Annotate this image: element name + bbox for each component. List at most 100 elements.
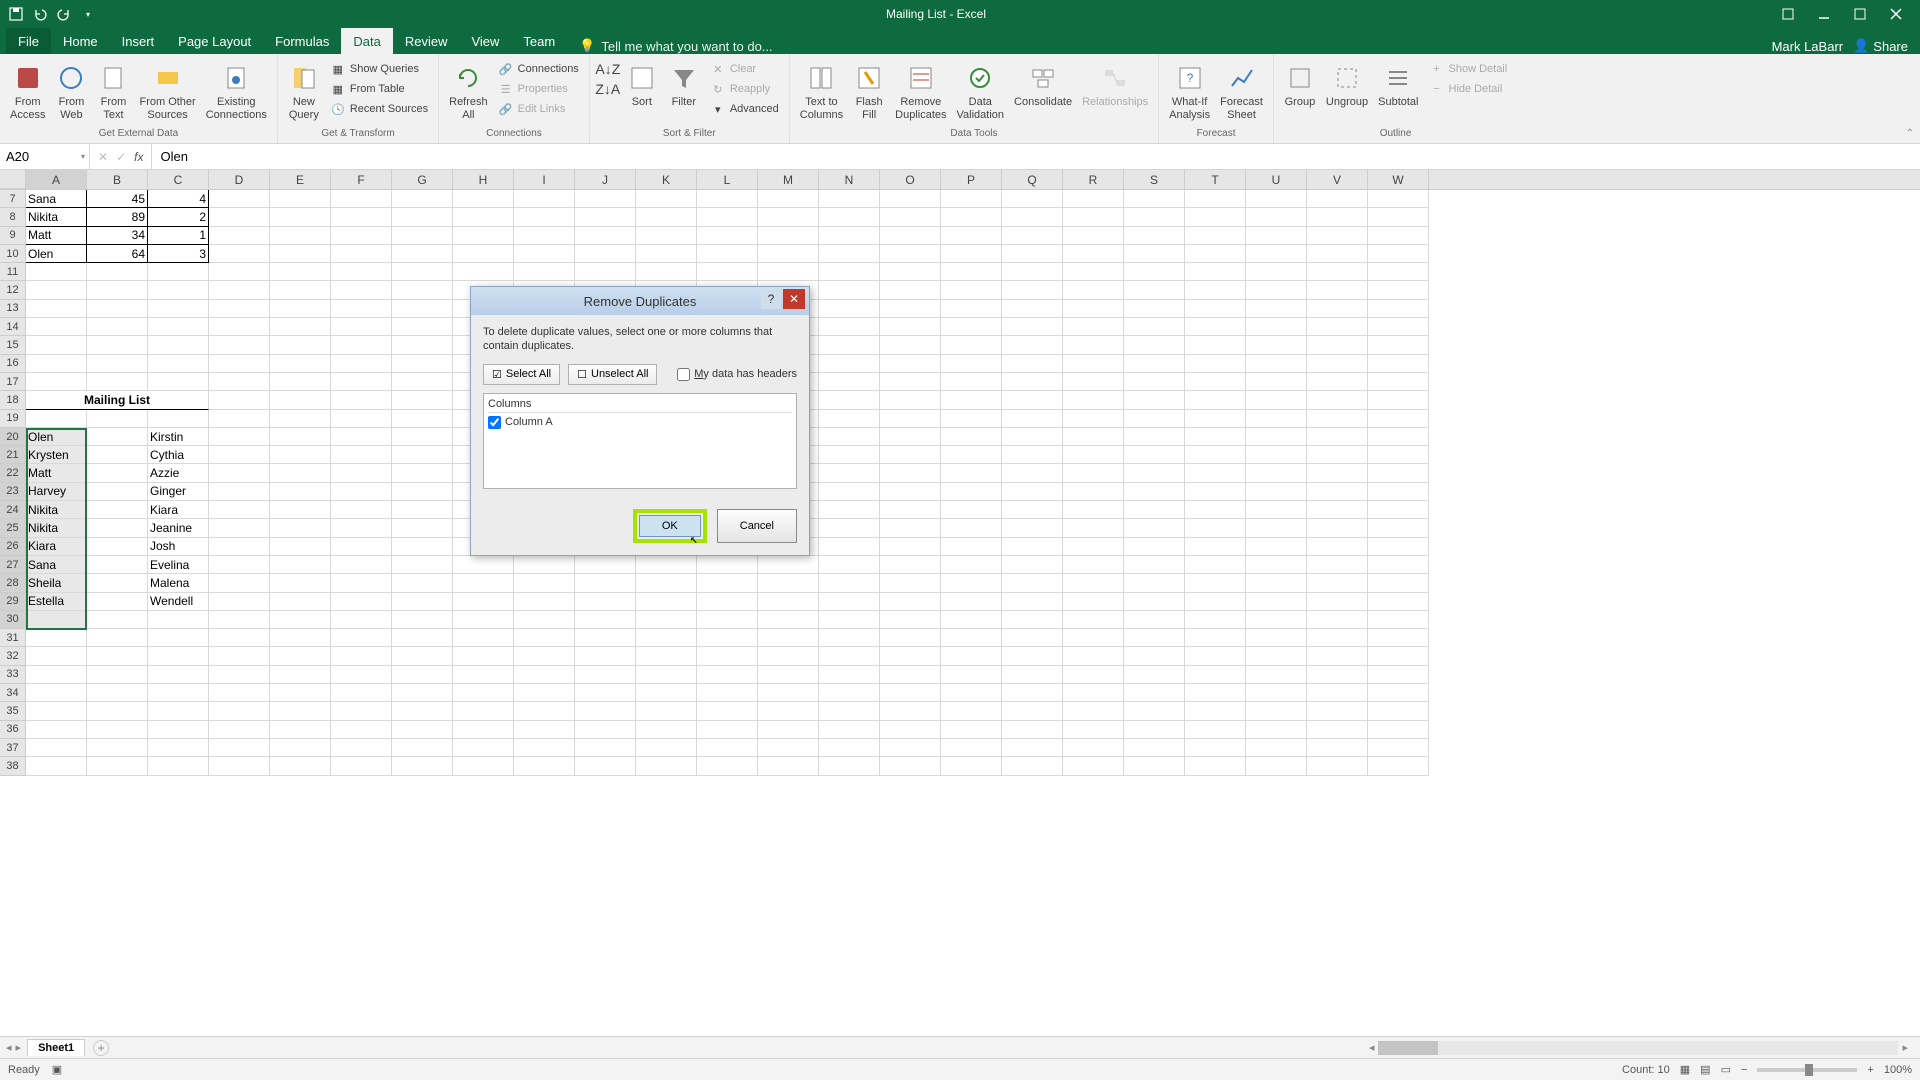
- cell[interactable]: [1185, 483, 1246, 501]
- cell[interactable]: Evelina: [148, 556, 209, 574]
- row-header[interactable]: 28: [0, 574, 26, 592]
- cell[interactable]: [148, 629, 209, 647]
- cell[interactable]: [1246, 410, 1307, 428]
- cell[interactable]: [392, 318, 453, 336]
- cell[interactable]: [880, 391, 941, 409]
- col-header-O[interactable]: O: [880, 170, 941, 189]
- recent-sources-button[interactable]: 🕓Recent Sources: [326, 100, 432, 118]
- cell[interactable]: [26, 355, 87, 373]
- col-header-S[interactable]: S: [1124, 170, 1185, 189]
- consolidate-button[interactable]: Consolidate: [1010, 60, 1076, 111]
- filter-button[interactable]: Filter: [664, 60, 704, 111]
- cell[interactable]: [453, 190, 514, 208]
- cell[interactable]: [880, 757, 941, 775]
- cell[interactable]: [1246, 391, 1307, 409]
- cell[interactable]: [209, 190, 270, 208]
- minimize-icon[interactable]: [1812, 4, 1836, 24]
- col-header-M[interactable]: M: [758, 170, 819, 189]
- cell[interactable]: [1307, 227, 1368, 245]
- cell[interactable]: [941, 556, 1002, 574]
- cell[interactable]: [270, 355, 331, 373]
- cell[interactable]: [819, 281, 880, 299]
- row-header[interactable]: 7: [0, 190, 26, 208]
- cell[interactable]: [392, 574, 453, 592]
- cell[interactable]: [514, 757, 575, 775]
- cell[interactable]: Nikita: [26, 501, 87, 519]
- cell[interactable]: [331, 702, 392, 720]
- formula-bar[interactable]: Olen: [152, 144, 1920, 169]
- cell[interactable]: [758, 208, 819, 226]
- cell[interactable]: [1368, 757, 1429, 775]
- cell[interactable]: [1246, 245, 1307, 263]
- cell[interactable]: [331, 410, 392, 428]
- cell[interactable]: [26, 739, 87, 757]
- cell[interactable]: [1185, 281, 1246, 299]
- cell[interactable]: [575, 757, 636, 775]
- enter-formula-icon[interactable]: ✓: [116, 150, 126, 164]
- cell[interactable]: [1002, 483, 1063, 501]
- cell[interactable]: 1: [148, 227, 209, 245]
- cell[interactable]: [758, 593, 819, 611]
- row-header[interactable]: 33: [0, 666, 26, 684]
- cell[interactable]: [392, 373, 453, 391]
- properties-button[interactable]: ☰Properties: [494, 80, 583, 98]
- cell[interactable]: [1307, 757, 1368, 775]
- cell[interactable]: [1063, 593, 1124, 611]
- cell[interactable]: [331, 721, 392, 739]
- cell[interactable]: [1002, 721, 1063, 739]
- cell[interactable]: [819, 263, 880, 281]
- cell[interactable]: [270, 519, 331, 537]
- share-button[interactable]: 👤 Share: [1853, 38, 1908, 54]
- cell[interactable]: Olen: [26, 428, 87, 446]
- cell[interactable]: [453, 593, 514, 611]
- headers-checkbox-input[interactable]: [677, 368, 690, 381]
- cell[interactable]: [1002, 318, 1063, 336]
- cell[interactable]: [392, 684, 453, 702]
- cell[interactable]: [1124, 593, 1185, 611]
- row-header[interactable]: 13: [0, 300, 26, 318]
- col-header-W[interactable]: W: [1368, 170, 1429, 189]
- col-header-V[interactable]: V: [1307, 170, 1368, 189]
- cell[interactable]: [1063, 446, 1124, 464]
- col-header-E[interactable]: E: [270, 170, 331, 189]
- cell[interactable]: [1124, 647, 1185, 665]
- cell[interactable]: [697, 208, 758, 226]
- cell[interactable]: [575, 666, 636, 684]
- cell[interactable]: [697, 757, 758, 775]
- cell[interactable]: [1063, 519, 1124, 537]
- cell[interactable]: [880, 611, 941, 629]
- cell[interactable]: [148, 666, 209, 684]
- cell[interactable]: [1368, 355, 1429, 373]
- cell[interactable]: [941, 684, 1002, 702]
- cell[interactable]: [941, 483, 1002, 501]
- cell[interactable]: [87, 611, 148, 629]
- cell[interactable]: [1185, 355, 1246, 373]
- cell[interactable]: [1124, 757, 1185, 775]
- tab-file[interactable]: File: [6, 28, 51, 54]
- row-header[interactable]: 29: [0, 593, 26, 611]
- cell[interactable]: [1063, 574, 1124, 592]
- cell[interactable]: [514, 647, 575, 665]
- row-header[interactable]: 14: [0, 318, 26, 336]
- cell[interactable]: [1307, 647, 1368, 665]
- cell[interactable]: [819, 593, 880, 611]
- cell[interactable]: 89: [87, 208, 148, 226]
- cell[interactable]: [148, 739, 209, 757]
- row-header[interactable]: 25: [0, 519, 26, 537]
- cell[interactable]: [1307, 574, 1368, 592]
- hscroll-right-icon[interactable]: ▸: [1898, 1041, 1912, 1054]
- cell[interactable]: [87, 355, 148, 373]
- cell[interactable]: [697, 684, 758, 702]
- cell[interactable]: [209, 263, 270, 281]
- cell[interactable]: [1002, 538, 1063, 556]
- cell[interactable]: [636, 757, 697, 775]
- zoom-slider[interactable]: [1757, 1068, 1857, 1072]
- cell[interactable]: [1124, 410, 1185, 428]
- cell[interactable]: [87, 483, 148, 501]
- cell[interactable]: [209, 355, 270, 373]
- cell[interactable]: [270, 227, 331, 245]
- cancel-formula-icon[interactable]: ✕: [98, 150, 108, 164]
- cell[interactable]: [1002, 190, 1063, 208]
- cell[interactable]: [1368, 556, 1429, 574]
- cell[interactable]: [1002, 410, 1063, 428]
